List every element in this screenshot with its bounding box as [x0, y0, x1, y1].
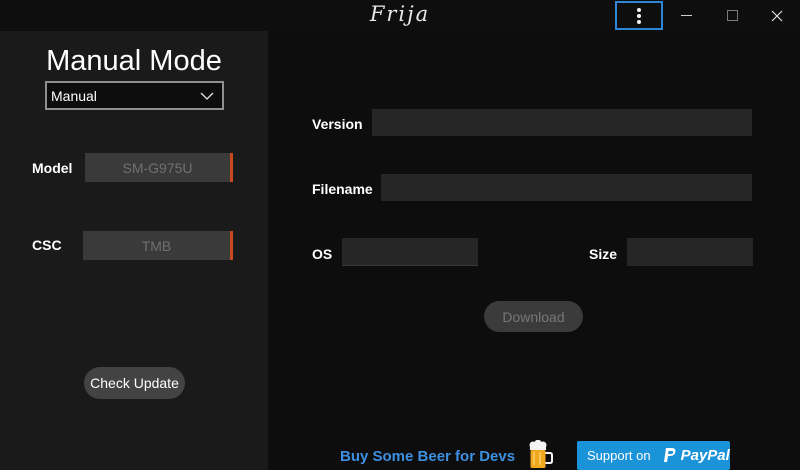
model-input[interactable]: SM-G975U [85, 153, 233, 182]
os-label: OS [312, 246, 333, 262]
mode-heading: Manual Mode [46, 45, 222, 77]
beer-mug-icon [529, 440, 553, 468]
paypal-brand-text: PayPal [680, 447, 730, 464]
csc-input[interactable]: TMB [83, 231, 233, 260]
os-field[interactable] [342, 238, 478, 266]
close-icon [771, 10, 783, 21]
filename-label: Filename [312, 181, 373, 197]
paypal-support-button[interactable]: Support on PayPal [577, 441, 730, 470]
minimize-icon [680, 15, 692, 16]
minimize-button[interactable] [663, 1, 709, 30]
mode-select-value: Manual [51, 87, 97, 104]
mode-select[interactable]: Manual [45, 81, 224, 110]
menu-button[interactable] [615, 1, 663, 30]
size-label: Size [589, 246, 618, 262]
filename-field[interactable] [381, 174, 752, 201]
close-button[interactable] [754, 1, 800, 30]
download-button[interactable]: Download [484, 301, 583, 332]
chevron-down-icon [192, 92, 222, 100]
version-field[interactable] [372, 109, 752, 136]
paypal-logo-icon [663, 448, 676, 462]
title-bar: Frija [0, 0, 800, 31]
size-field[interactable] [627, 238, 753, 266]
model-label: Model [32, 160, 73, 176]
version-label: Version [312, 116, 363, 132]
maximize-button[interactable] [709, 1, 755, 30]
kebab-menu-icon [637, 7, 641, 24]
buy-beer-link[interactable]: Buy Some Beer for Devs [340, 448, 515, 465]
csc-label: CSC [32, 237, 62, 253]
paypal-support-text: Support on [587, 448, 651, 463]
left-panel: Manual Mode Manual Model SM-G975U CSC TM… [0, 31, 268, 470]
maximize-icon [726, 10, 738, 21]
check-update-button[interactable]: Check Update [84, 367, 185, 399]
